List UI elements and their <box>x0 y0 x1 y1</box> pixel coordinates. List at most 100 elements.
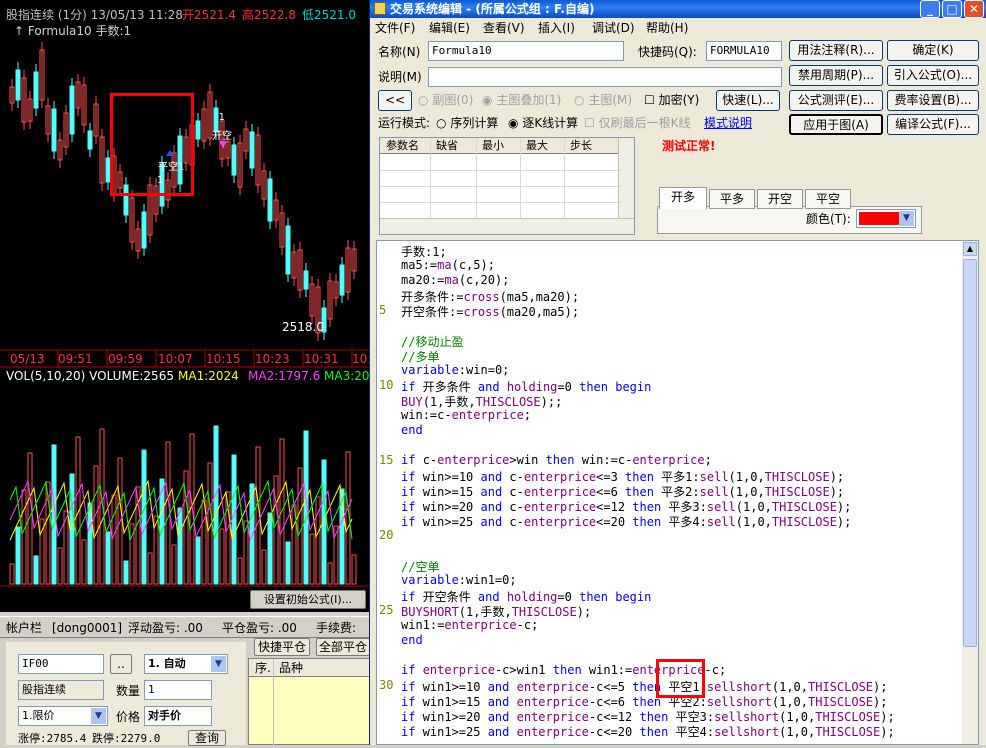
chevron-down-icon[interactable]: ▼ <box>91 708 106 724</box>
code-line[interactable]: if c-enterprice>win then win:=c-enterpri… <box>401 453 712 467</box>
ok-button[interactable]: 确定(K) <box>887 40 979 61</box>
signal-neg1: -1 <box>215 112 225 123</box>
code-line[interactable]: end <box>401 423 423 437</box>
fast-close-button[interactable]: 快捷平仓 <box>254 638 310 656</box>
set-initial-formula-button[interactable]: 设置初始公式(I)... <box>250 590 366 609</box>
radio-main-chart[interactable]: ○ 主图(M) <box>574 91 632 109</box>
compile-formula-button[interactable]: 编译公式(F)... <box>887 114 979 135</box>
menu-file[interactable]: 文件(F) <box>375 18 415 38</box>
collapse-button[interactable]: << <box>378 90 412 111</box>
contract-browse-button[interactable]: .. <box>110 654 132 674</box>
minimize-icon[interactable]: _ <box>920 0 940 18</box>
formula-test-button[interactable]: 公式测评(E)... <box>789 90 883 111</box>
last-kline-checkbox[interactable]: ☐ 仅刷最后一根K线 <box>584 114 690 132</box>
radio-icon[interactable]: ○ <box>574 93 584 107</box>
scroll-up-icon[interactable]: ▲ <box>963 242 977 256</box>
volume-bar <box>351 554 357 585</box>
chevron-down-icon[interactable]: ▼ <box>211 656 226 672</box>
radio-kline-calc[interactable]: ◉ 逐K线计算 <box>508 114 578 132</box>
param-col-header[interactable]: 步长 <box>570 137 592 155</box>
scroll-thumb[interactable] <box>963 259 977 647</box>
menu-insert[interactable]: 插入(I) <box>538 18 575 38</box>
order-mode-select[interactable]: 1. 自动 ▼ <box>144 654 228 674</box>
menu-view[interactable]: 查看(V) <box>483 18 525 38</box>
usage-notes-button[interactable]: 用法注释(R)... <box>789 40 883 61</box>
param-col-header[interactable]: 最小 <box>482 137 504 155</box>
radio-selected-icon[interactable]: ◉ <box>482 93 492 107</box>
checkbox-icon[interactable]: ☐ <box>584 116 595 130</box>
fee-label: 手续费: <box>316 621 357 635</box>
candle-body <box>87 130 93 150</box>
desc-input[interactable] <box>428 67 782 87</box>
query-button[interactable]: 查询 <box>188 730 226 746</box>
code-line[interactable]: if win1>=25 and enterprice-c<=20 then 平空… <box>401 723 895 740</box>
code-line[interactable]: win1:=enterprice-c; <box>401 618 538 632</box>
code-line[interactable]: 开空条件:=cross(ma20,ma5); <box>401 303 579 320</box>
menu-debug[interactable]: 调试(D) <box>592 18 635 38</box>
maximize-icon[interactable]: □ <box>942 0 962 18</box>
close-icon[interactable]: ✕ <box>964 0 984 18</box>
trade-panel: 帐户栏 [dong0001] 浮动盈亏: .00 平仓盈亏: .00 手续费: … <box>0 612 371 746</box>
param-col-header[interactable]: 参数名 <box>386 137 419 155</box>
code-line[interactable]: end <box>401 633 423 647</box>
vertical-scrollbar[interactable] <box>618 138 634 218</box>
chart-pane[interactable]: 股指连续 (1分) 13/05/13 11:28 开2521.4 高2522.8… <box>0 0 370 612</box>
shortcut-input[interactable]: FORMULA10 <box>706 41 782 61</box>
tab-close-long[interactable]: 平多 <box>709 189 755 209</box>
code-line[interactable]: ma5:=ma(c,5); <box>401 258 495 272</box>
checkbox-icon[interactable]: ☐ <box>644 93 655 107</box>
code-line[interactable]: if win>=25 and c-enterprice<=20 then 平多4… <box>401 513 851 530</box>
tab-close-short[interactable]: 平空 <box>805 189 851 209</box>
fee-settings-button[interactable]: 费率设置(B)... <box>887 90 979 111</box>
chevron-down-icon[interactable]: ▼ <box>899 211 914 226</box>
color-swatch <box>859 212 899 225</box>
quick-button[interactable]: 快速(L)... <box>716 90 780 111</box>
candle-body <box>51 108 57 152</box>
menu-edit[interactable]: 编辑(E) <box>429 18 470 38</box>
horizontal-scrollbar[interactable] <box>380 218 634 234</box>
col-product[interactable]: 品种 <box>279 659 303 677</box>
tab-open-long[interactable]: 开多 <box>659 187 707 209</box>
radio-series-calc[interactable]: ○ 序列计算 <box>436 114 498 132</box>
param-col-header[interactable]: 缺省 <box>436 137 458 155</box>
title-bar[interactable]: 交易系统编辑 - (所属公式组 : F.自编) _ □ ✕ <box>370 0 986 18</box>
code-editor[interactable]: 5 10 15 20 25 30 手数:1; ma5:=ma(c,5); ma20:=ma(c… <box>376 240 979 745</box>
radio-icon[interactable]: ○ <box>436 116 446 130</box>
price-input[interactable]: 对手价 <box>144 706 212 726</box>
radio-icon[interactable]: ○ <box>418 93 428 107</box>
code-line[interactable]: variable:win=0; <box>401 363 509 377</box>
qty-input[interactable]: 1 <box>144 680 212 700</box>
code-line[interactable]: win:=c-enterprice; <box>401 408 531 422</box>
code-line[interactable]: ma20:=ma(c,20); <box>401 273 509 287</box>
position-list[interactable]: 序. 品种 <box>248 658 371 746</box>
volume-bar <box>261 549 267 585</box>
shortcut-label: 快捷码(Q): <box>638 45 697 59</box>
volume-bar <box>165 441 171 585</box>
col-seq[interactable]: 序. <box>255 659 271 677</box>
radio-overlay[interactable]: ◉ 主图叠加(1) <box>482 91 561 109</box>
mode-help-link[interactable]: 模式说明 <box>704 114 752 132</box>
param-col-header[interactable]: 最大 <box>526 137 548 155</box>
import-formula-button[interactable]: 引入公式(O)... <box>887 65 979 86</box>
disable-period-button[interactable]: 禁用周期(P)... <box>789 65 883 86</box>
encrypt-checkbox[interactable]: ☐ 加密(Y) <box>644 91 699 109</box>
price-type-select[interactable]: 1.限价 ▼ <box>18 706 108 726</box>
time-tick: 10:23 <box>255 352 290 366</box>
code-line[interactable]: variable:win1=0; <box>401 573 517 587</box>
radio-selected-icon[interactable]: ◉ <box>508 116 518 130</box>
close-all-button[interactable]: 全部平仓 <box>316 638 370 656</box>
tab-open-short[interactable]: 开空 <box>757 189 803 209</box>
editor-scrollbar[interactable]: ▲ <box>962 241 978 744</box>
param-table[interactable]: 参数名 缺省 最小 最大 步长 <box>379 137 635 235</box>
apply-to-chart-button[interactable]: 应用于图(A) <box>789 114 883 135</box>
param-table-header: 参数名 缺省 最小 最大 步长 <box>380 138 634 154</box>
name-input[interactable]: Formula10 <box>428 41 624 61</box>
color-select[interactable]: ▼ <box>856 209 916 228</box>
radio-sub-chart[interactable]: ○ 副图(0) <box>418 91 473 109</box>
candlestick-chart[interactable] <box>0 0 370 612</box>
menu-help[interactable]: 帮助(H) <box>646 18 688 38</box>
candle-body <box>339 264 345 296</box>
account-id[interactable]: [dong0001] <box>52 619 122 637</box>
grid-line <box>380 186 618 187</box>
contract-code-input[interactable]: IF00 <box>18 654 104 674</box>
